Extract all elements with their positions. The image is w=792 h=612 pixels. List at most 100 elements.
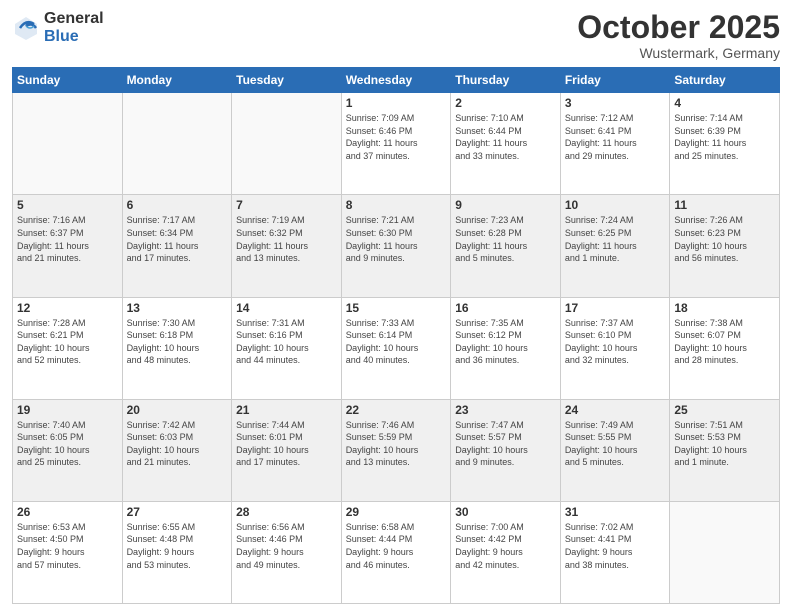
day-number: 17 xyxy=(565,301,666,315)
calendar-cell: 4 Sunrise: 7:14 AM Sunset: 6:39 PM Daylig… xyxy=(670,93,780,195)
day-number: 22 xyxy=(346,403,447,417)
day-number: 23 xyxy=(455,403,556,417)
day-number: 15 xyxy=(346,301,447,315)
day-info: Sunrise: 7:00 AM Sunset: 4:42 PM Dayligh… xyxy=(455,521,556,571)
calendar-cell: 26 Sunrise: 6:53 AM Sunset: 4:50 PM Dayli… xyxy=(13,501,123,603)
day-info: Sunrise: 7:12 AM Sunset: 6:41 PM Dayligh… xyxy=(565,112,666,162)
calendar-cell: 16Sunrise: 7:35 AM Sunset: 6:12 PM Dayli… xyxy=(451,297,561,399)
calendar-cell: 31Sunrise: 7:02 AM Sunset: 4:41 PM Dayli… xyxy=(560,501,670,603)
day-info: Sunrise: 7:38 AM Sunset: 6:07 PM Dayligh… xyxy=(674,317,775,367)
logo-text: General Blue xyxy=(44,10,104,45)
day-number: 29 xyxy=(346,505,447,519)
calendar-cell: 18 Sunrise: 7:38 AM Sunset: 6:07 PM Dayli… xyxy=(670,297,780,399)
day-number: 3 xyxy=(565,96,666,110)
calendar-header-row: Sunday Monday Tuesday Wednesday Thursday… xyxy=(13,68,780,93)
day-number: 13 xyxy=(127,301,228,315)
day-info: Sunrise: 7:44 AM Sunset: 6:01 PM Dayligh… xyxy=(236,419,337,469)
header: General Blue October 2025 Wustermark, Ge… xyxy=(12,10,780,61)
day-number: 28 xyxy=(236,505,337,519)
day-number: 24 xyxy=(565,403,666,417)
day-number: 30 xyxy=(455,505,556,519)
day-number: 26 xyxy=(17,505,118,519)
day-info: Sunrise: 6:58 AM Sunset: 4:44 PM Dayligh… xyxy=(346,521,447,571)
day-info: Sunrise: 7:09 AM Sunset: 6:46 PM Dayligh… xyxy=(346,112,447,162)
calendar-cell: 8 Sunrise: 7:21 AM Sunset: 6:30 PM Daylig… xyxy=(341,195,451,297)
day-info: Sunrise: 7:26 AM Sunset: 6:23 PM Dayligh… xyxy=(674,214,775,264)
calendar-cell: 29 Sunrise: 6:58 AM Sunset: 4:44 PM Dayli… xyxy=(341,501,451,603)
day-info: Sunrise: 7:16 AM Sunset: 6:37 PM Dayligh… xyxy=(17,214,118,264)
day-number: 14 xyxy=(236,301,337,315)
day-info: Sunrise: 7:30 AM Sunset: 6:18 PM Dayligh… xyxy=(127,317,228,367)
calendar-cell: 12 Sunrise: 7:28 AM Sunset: 6:21 PM Dayli… xyxy=(13,297,123,399)
location: Wustermark, Germany xyxy=(577,45,780,61)
day-info: Sunrise: 6:53 AM Sunset: 4:50 PM Dayligh… xyxy=(17,521,118,571)
calendar-cell xyxy=(670,501,780,603)
day-info: Sunrise: 7:37 AM Sunset: 6:10 PM Dayligh… xyxy=(565,317,666,367)
day-info: Sunrise: 7:10 AM Sunset: 6:44 PM Dayligh… xyxy=(455,112,556,162)
col-friday: Friday xyxy=(560,68,670,93)
day-info: Sunrise: 7:14 AM Sunset: 6:39 PM Dayligh… xyxy=(674,112,775,162)
calendar-cell: 2 Sunrise: 7:10 AM Sunset: 6:44 PM Daylig… xyxy=(451,93,561,195)
day-number: 20 xyxy=(127,403,228,417)
calendar-cell: 24 Sunrise: 7:49 AM Sunset: 5:55 PM Dayli… xyxy=(560,399,670,501)
calendar-cell: 6Sunrise: 7:17 AM Sunset: 6:34 PM Daylig… xyxy=(122,195,232,297)
col-tuesday: Tuesday xyxy=(232,68,342,93)
day-info: Sunrise: 7:21 AM Sunset: 6:30 PM Dayligh… xyxy=(346,214,447,264)
col-saturday: Saturday xyxy=(670,68,780,93)
logo: General Blue xyxy=(12,10,104,45)
calendar-cell xyxy=(13,93,123,195)
calendar-cell: 5 Sunrise: 7:16 AM Sunset: 6:37 PM Daylig… xyxy=(13,195,123,297)
title-block: October 2025 Wustermark, Germany xyxy=(577,10,780,61)
calendar-cell: 22 Sunrise: 7:46 AM Sunset: 5:59 PM Dayli… xyxy=(341,399,451,501)
calendar-cell: 21 Sunrise: 7:44 AM Sunset: 6:01 PM Dayli… xyxy=(232,399,342,501)
calendar-cell: 17 Sunrise: 7:37 AM Sunset: 6:10 PM Dayli… xyxy=(560,297,670,399)
main-container: General Blue October 2025 Wustermark, Ge… xyxy=(0,0,792,612)
col-wednesday: Wednesday xyxy=(341,68,451,93)
day-info: Sunrise: 6:56 AM Sunset: 4:46 PM Dayligh… xyxy=(236,521,337,571)
calendar-cell: 30 Sunrise: 7:00 AM Sunset: 4:42 PM Dayli… xyxy=(451,501,561,603)
calendar-cell: 28 Sunrise: 6:56 AM Sunset: 4:46 PM Dayli… xyxy=(232,501,342,603)
col-monday: Monday xyxy=(122,68,232,93)
calendar-table: Sunday Monday Tuesday Wednesday Thursday… xyxy=(12,67,780,604)
day-info: Sunrise: 7:02 AM Sunset: 4:41 PM Dayligh… xyxy=(565,521,666,571)
day-info: Sunrise: 7:40 AM Sunset: 6:05 PM Dayligh… xyxy=(17,419,118,469)
day-info: Sunrise: 7:49 AM Sunset: 5:55 PM Dayligh… xyxy=(565,419,666,469)
calendar-cell: 23Sunrise: 7:47 AM Sunset: 5:57 PM Dayli… xyxy=(451,399,561,501)
day-number: 10 xyxy=(565,198,666,212)
calendar-cell: 3 Sunrise: 7:12 AM Sunset: 6:41 PM Daylig… xyxy=(560,93,670,195)
logo-general-text: General xyxy=(44,10,104,28)
calendar-cell: 25Sunrise: 7:51 AM Sunset: 5:53 PM Dayli… xyxy=(670,399,780,501)
logo-blue-text: Blue xyxy=(44,28,104,46)
calendar-cell: 11 Sunrise: 7:26 AM Sunset: 6:23 PM Dayli… xyxy=(670,195,780,297)
day-number: 4 xyxy=(674,96,775,110)
calendar-cell: 13 Sunrise: 7:30 AM Sunset: 6:18 PM Dayli… xyxy=(122,297,232,399)
calendar-cell xyxy=(122,93,232,195)
day-info: Sunrise: 7:31 AM Sunset: 6:16 PM Dayligh… xyxy=(236,317,337,367)
day-number: 5 xyxy=(17,198,118,212)
day-info: Sunrise: 7:46 AM Sunset: 5:59 PM Dayligh… xyxy=(346,419,447,469)
calendar-cell: 14 Sunrise: 7:31 AM Sunset: 6:16 PM Dayli… xyxy=(232,297,342,399)
day-number: 9 xyxy=(455,198,556,212)
calendar-cell: 19Sunrise: 7:40 AM Sunset: 6:05 PM Dayli… xyxy=(13,399,123,501)
day-number: 21 xyxy=(236,403,337,417)
day-number: 6 xyxy=(127,198,228,212)
calendar-cell: 27Sunrise: 6:55 AM Sunset: 4:48 PM Dayli… xyxy=(122,501,232,603)
calendar-week-row: 26 Sunrise: 6:53 AM Sunset: 4:50 PM Dayli… xyxy=(13,501,780,603)
calendar-cell: 9Sunrise: 7:23 AM Sunset: 6:28 PM Daylig… xyxy=(451,195,561,297)
day-number: 11 xyxy=(674,198,775,212)
day-info: Sunrise: 6:55 AM Sunset: 4:48 PM Dayligh… xyxy=(127,521,228,571)
day-number: 8 xyxy=(346,198,447,212)
day-number: 1 xyxy=(346,96,447,110)
calendar-week-row: 12 Sunrise: 7:28 AM Sunset: 6:21 PM Dayli… xyxy=(13,297,780,399)
day-number: 2 xyxy=(455,96,556,110)
day-info: Sunrise: 7:24 AM Sunset: 6:25 PM Dayligh… xyxy=(565,214,666,264)
day-info: Sunrise: 7:28 AM Sunset: 6:21 PM Dayligh… xyxy=(17,317,118,367)
day-info: Sunrise: 7:19 AM Sunset: 6:32 PM Dayligh… xyxy=(236,214,337,264)
col-sunday: Sunday xyxy=(13,68,123,93)
col-thursday: Thursday xyxy=(451,68,561,93)
calendar-cell: 10 Sunrise: 7:24 AM Sunset: 6:25 PM Dayli… xyxy=(560,195,670,297)
day-number: 18 xyxy=(674,301,775,315)
day-number: 12 xyxy=(17,301,118,315)
day-number: 7 xyxy=(236,198,337,212)
calendar-cell: 7 Sunrise: 7:19 AM Sunset: 6:32 PM Daylig… xyxy=(232,195,342,297)
